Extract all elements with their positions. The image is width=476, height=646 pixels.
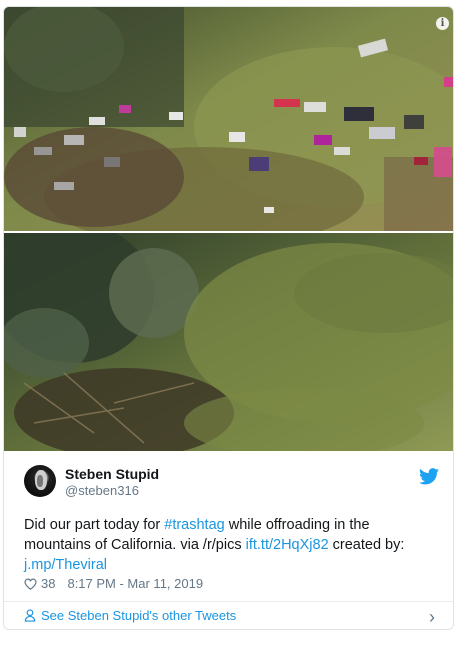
twitter-bird-icon[interactable] <box>419 468 439 485</box>
photo-after[interactable] <box>4 233 453 451</box>
photo-before[interactable]: i <box>4 7 453 231</box>
person-icon <box>24 609 36 622</box>
avatar[interactable] <box>24 465 56 497</box>
heart-icon[interactable] <box>24 578 37 590</box>
tweet-embed-card: i Steben Stupid @steben316 Did our part … <box>3 6 454 630</box>
ifttt-link[interactable]: ift.tt/2HqXj82 <box>246 537 329 553</box>
tweet-meta: 38 8:17 PM - Mar 11, 2019 <box>24 576 203 591</box>
author-handle[interactable]: @steben316 <box>65 483 139 498</box>
see-other-tweets-link[interactable]: See Steben Stupid's other Tweets <box>24 608 236 623</box>
tweet-text-part: created by: <box>328 537 405 553</box>
tweet-body: Steben Stupid @steben316 Did our part to… <box>4 451 453 629</box>
see-other-tweets-label[interactable]: See Steben Stupid's other Tweets <box>41 608 236 623</box>
chevron-right-icon[interactable]: › <box>429 607 435 628</box>
hillside-with-trash-image <box>4 7 453 231</box>
tweet-text: Did our part today for #trashtag while o… <box>24 515 424 575</box>
info-icon[interactable]: i <box>436 17 449 30</box>
divider <box>4 601 453 602</box>
author-name[interactable]: Steben Stupid <box>65 466 159 482</box>
theviral-link[interactable]: j.mp/Theviral <box>24 557 107 573</box>
timestamp[interactable]: 8:17 PM - Mar 11, 2019 <box>67 576 203 591</box>
like-count[interactable]: 38 <box>41 576 55 591</box>
tweet-text-part: Did our part today for <box>24 517 165 533</box>
clean-hillside-image <box>4 233 453 451</box>
hashtag-link[interactable]: #trashtag <box>164 517 224 533</box>
